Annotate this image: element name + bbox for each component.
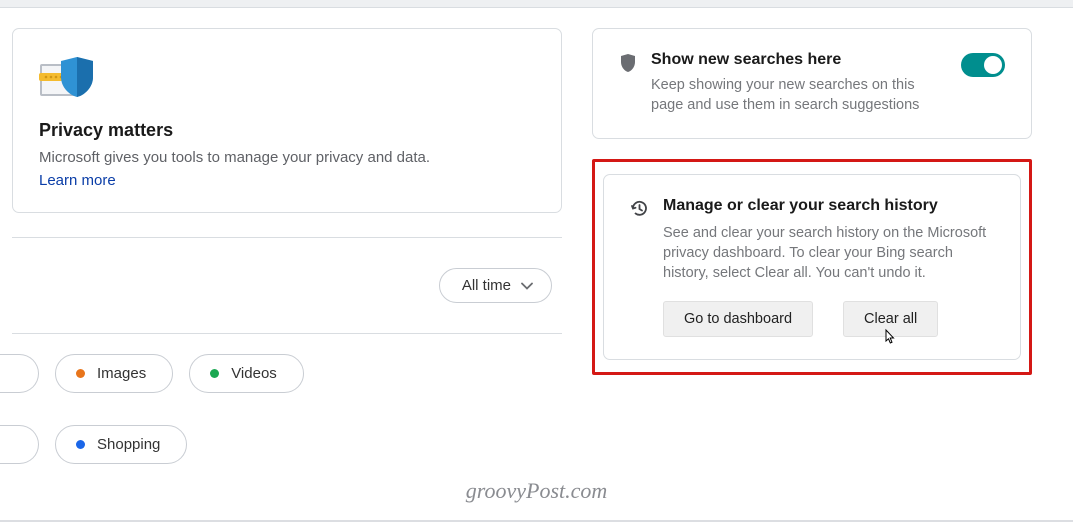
chip-label: Shopping bbox=[97, 436, 160, 453]
dot-icon bbox=[210, 369, 219, 378]
show-searches-card: Show new searches here Keep showing your… bbox=[592, 28, 1032, 139]
show-searches-toggle[interactable] bbox=[961, 53, 1005, 77]
learn-more-link[interactable]: Learn more bbox=[39, 172, 116, 189]
time-filter-dropdown[interactable]: All time bbox=[439, 268, 552, 303]
privacy-card: Privacy matters Microsoft gives you tool… bbox=[12, 28, 562, 213]
privacy-shield-icon bbox=[39, 51, 535, 106]
watermark: groovyPost.com bbox=[466, 478, 608, 504]
cursor-pointer-icon bbox=[881, 328, 897, 352]
chip-videos[interactable]: Videos bbox=[189, 354, 304, 393]
chip-images[interactable]: Images bbox=[55, 354, 173, 393]
dot-icon bbox=[76, 440, 85, 449]
chevron-down-icon bbox=[521, 277, 533, 294]
time-filter-row: All time bbox=[12, 237, 562, 333]
shield-icon bbox=[619, 53, 637, 78]
button-row: Go to dashboard Clear all bbox=[663, 301, 994, 337]
clear-all-button[interactable]: Clear all bbox=[843, 301, 938, 337]
go-to-dashboard-button[interactable]: Go to dashboard bbox=[663, 301, 813, 337]
privacy-description: Microsoft gives you tools to manage your… bbox=[39, 149, 535, 166]
manage-body: Manage or clear your search history See … bbox=[663, 197, 994, 338]
privacy-title: Privacy matters bbox=[39, 120, 535, 141]
manage-description: See and clear your search history on the… bbox=[663, 223, 994, 284]
history-icon bbox=[630, 199, 649, 223]
chip-label: Images bbox=[97, 365, 146, 382]
manage-title: Manage or clear your search history bbox=[663, 197, 994, 215]
show-searches-title: Show new searches here bbox=[651, 51, 947, 69]
chip-shopping[interactable]: Shopping bbox=[55, 425, 187, 464]
top-divider bbox=[0, 0, 1073, 8]
main-container: Privacy matters Microsoft gives you tool… bbox=[0, 8, 1073, 464]
left-column: Privacy matters Microsoft gives you tool… bbox=[12, 28, 562, 464]
dot-icon bbox=[76, 369, 85, 378]
filter-chip-row: Images Videos Shopping bbox=[12, 333, 562, 464]
show-searches-description: Keep showing your new searches on this p… bbox=[651, 75, 947, 116]
highlight-box: Manage or clear your search history See … bbox=[592, 159, 1032, 376]
chip-partial[interactable] bbox=[0, 425, 39, 464]
manage-history-card: Manage or clear your search history See … bbox=[603, 174, 1021, 361]
right-column: Show new searches here Keep showing your… bbox=[592, 28, 1032, 464]
time-filter-label: All time bbox=[462, 277, 511, 294]
show-searches-body: Show new searches here Keep showing your… bbox=[651, 51, 947, 116]
chip-label: Videos bbox=[231, 365, 277, 382]
chip-partial[interactable] bbox=[0, 354, 39, 393]
